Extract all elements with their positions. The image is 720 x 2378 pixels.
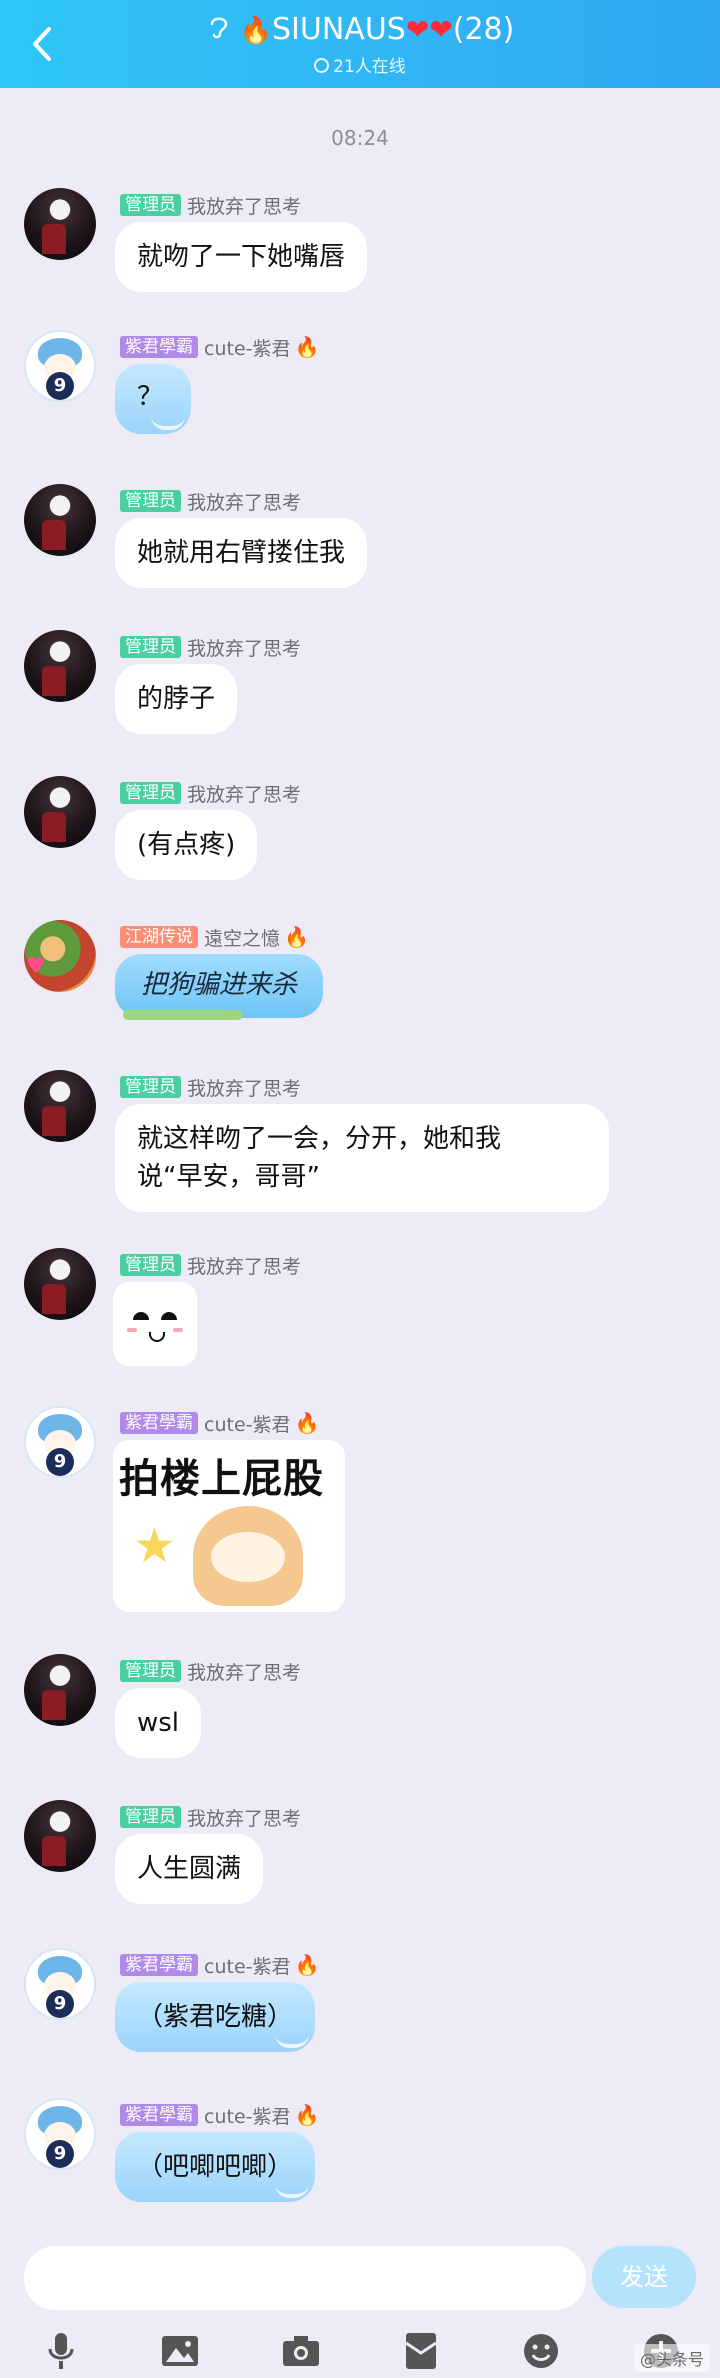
role-badge: 紫君學霸	[120, 1954, 198, 1976]
sticker-caption: 拍楼上屁股	[119, 1456, 324, 1502]
sender-name[interactable]: 我放弃了思考	[187, 1252, 301, 1279]
avatar[interactable]	[24, 630, 96, 702]
message-bubble[interactable]: 把狗骗进来杀	[115, 954, 324, 1020]
message-bubble[interactable]: 的脖子	[115, 664, 238, 734]
fire-icon: 🔥	[294, 335, 320, 359]
sender-name[interactable]: 我放弃了思考	[187, 780, 301, 807]
online-icon	[314, 58, 330, 73]
chat-header: 🔥SIUNAUS❤❤(28) 21人在线	[0, 0, 720, 88]
sender-name[interactable]: 我放弃了思考	[187, 1074, 301, 1101]
sender-name[interactable]: 我放弃了思考	[187, 192, 301, 219]
role-badge: 紫君學霸	[120, 2104, 198, 2126]
role-badge: 江湖传说	[120, 926, 198, 948]
role-badge: 管理员	[120, 636, 181, 658]
sender-name[interactable]: cute-紫君	[204, 334, 290, 361]
emoji-icon[interactable]	[516, 2326, 566, 2376]
avatar[interactable]	[24, 1248, 96, 1320]
avatar[interactable]	[24, 1070, 96, 1142]
hearts-icon: ❤❤	[405, 13, 453, 46]
role-badge: 紫君學霸	[120, 336, 198, 358]
camera-icon[interactable]	[276, 2326, 326, 2376]
avatar[interactable]: 9	[24, 1948, 96, 2020]
message-bubble[interactable]: (有点疼)	[115, 810, 258, 880]
role-badge: 管理员	[120, 490, 181, 512]
avatar[interactable]: 9	[24, 330, 96, 402]
online-count: 21人在线	[333, 57, 406, 77]
message-bubble[interactable]: （紫君吃糖）	[115, 1982, 316, 2052]
input-toolbar	[0, 2326, 720, 2378]
role-badge: 管理员	[120, 782, 181, 804]
role-badge: 管理员	[120, 1806, 181, 1828]
avatar[interactable]: 9	[24, 2098, 96, 2170]
sender-name[interactable]: cute-紫君	[204, 1952, 290, 1979]
group-title[interactable]: 🔥SIUNAUS❤❤(28)	[0, 12, 720, 49]
role-badge: 管理员	[120, 1660, 181, 1682]
role-badge: 管理员	[120, 1254, 181, 1276]
sender-name[interactable]: cute-紫君	[204, 2102, 290, 2129]
role-badge: 管理员	[120, 1076, 181, 1098]
fire-icon: 🔥	[284, 925, 309, 949]
message-bubble[interactable]: 就这样吻了一会，分开，她和我 说“早安，哥哥”	[115, 1104, 609, 1212]
fire-icon: 🔥	[239, 16, 273, 46]
ear-icon	[206, 13, 232, 49]
sender-name[interactable]: 我放弃了思考	[187, 634, 301, 661]
avatar[interactable]	[24, 188, 96, 260]
fire-icon: 🔥	[294, 1411, 320, 1435]
sender-name[interactable]: 我放弃了思考	[187, 1804, 301, 1831]
role-badge: 管理员	[120, 194, 181, 216]
avatar[interactable]	[24, 1800, 96, 1872]
message-timestamp: 08:24	[331, 126, 389, 150]
message-bubble[interactable]: 就吻了一下她嘴唇	[115, 222, 368, 292]
message-bubble[interactable]: （吧唧吧唧）	[115, 2132, 316, 2202]
message-bubble[interactable]: 人生圆满	[115, 1834, 264, 1904]
input-bar: 发送 @头条号	[0, 2238, 720, 2378]
role-badge: 紫君學霸	[120, 1412, 198, 1434]
avatar[interactable]	[24, 484, 96, 556]
online-status: 21人在线	[0, 52, 720, 77]
fire-icon: 🔥	[294, 1953, 320, 1977]
sender-name[interactable]: 遠空之憶	[204, 924, 280, 951]
sender-name[interactable]: cute-紫君	[204, 1410, 290, 1437]
fire-icon: 🔥	[294, 2103, 320, 2127]
microphone-icon[interactable]	[36, 2326, 86, 2376]
group-name: SIUNAUS	[272, 12, 406, 47]
member-count: (28)	[452, 12, 515, 47]
sender-name[interactable]: 我放弃了思考	[187, 1658, 301, 1685]
watermark: @头条号	[633, 2344, 710, 2372]
cat-image	[193, 1506, 303, 1606]
red-packet-icon[interactable]	[396, 2326, 446, 2376]
image-icon[interactable]	[155, 2326, 205, 2376]
star-icon: ★	[133, 1518, 177, 1574]
sender-name[interactable]: 我放弃了思考	[187, 488, 301, 515]
cat-sticker[interactable]: 拍楼上屁股 ★	[113, 1440, 345, 1612]
avatar[interactable]	[24, 920, 96, 992]
message-input[interactable]	[24, 2246, 586, 2310]
send-button[interactable]: 发送	[592, 2246, 696, 2308]
message-bubble[interactable]: ？	[115, 364, 192, 434]
message-bubble[interactable]: 她就用右臂搂住我	[115, 518, 368, 588]
message-bubble[interactable]: wsl	[115, 1688, 202, 1758]
smirk-face-sticker[interactable]	[113, 1282, 197, 1366]
avatar[interactable]	[24, 776, 96, 848]
avatar[interactable]	[24, 1654, 96, 1726]
avatar[interactable]: 9	[24, 1406, 96, 1478]
